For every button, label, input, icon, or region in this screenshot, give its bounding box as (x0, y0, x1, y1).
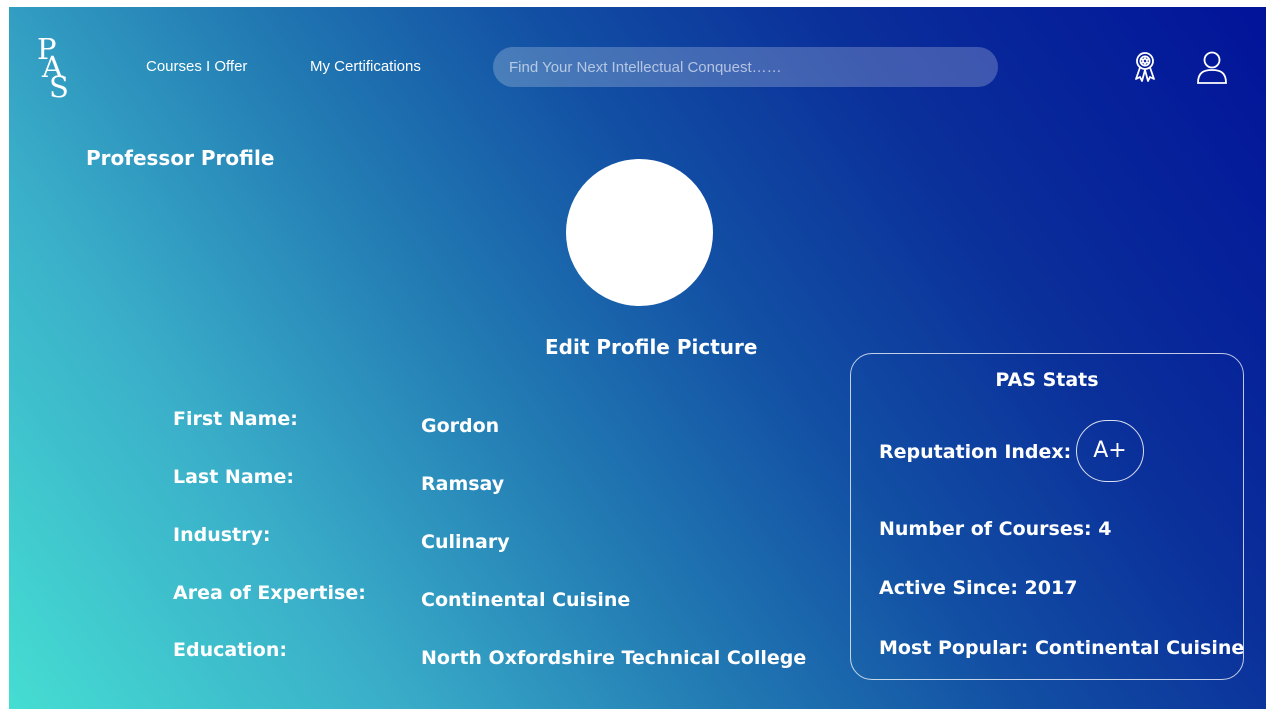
industry-value: Culinary (421, 531, 510, 553)
industry-label: Industry: (173, 524, 271, 546)
user-profile-icon[interactable] (1193, 49, 1231, 87)
reputation-index-label: Reputation Index: (879, 441, 1072, 463)
professor-profile-screen: P A S Courses I Offer My Certifications … (9, 7, 1266, 709)
first-name-label: First Name: (173, 408, 298, 430)
nav-my-certifications[interactable]: My Certifications (310, 58, 421, 75)
education-label: Education: (173, 639, 287, 661)
logo-letter-s: S (49, 70, 69, 104)
last-name-value: Ramsay (421, 473, 505, 495)
pas-stats-card: PAS Stats Reputation Index: A+ Number of… (850, 353, 1244, 680)
education-value: North Oxfordshire Technical College (421, 647, 807, 669)
last-name-label: Last Name: (173, 466, 294, 488)
edit-profile-picture-link[interactable]: Edit Profile Picture (545, 335, 757, 359)
number-of-courses: Number of Courses: 4 (879, 518, 1112, 540)
stats-title: PAS Stats (995, 369, 1099, 391)
profile-picture[interactable] (566, 159, 713, 306)
page-title: Professor Profile (86, 146, 275, 170)
area-of-expertise-label: Area of Expertise: (173, 582, 366, 604)
area-of-expertise-value: Continental Cuisine (421, 589, 631, 611)
pas-logo[interactable]: P A S (34, 35, 76, 107)
first-name-value: Gordon (421, 415, 500, 437)
reputation-index-badge: A+ (1076, 420, 1144, 482)
active-since: Active Since: 2017 (879, 577, 1078, 599)
most-popular-course: Most Popular: Continental Cuisine (879, 637, 1245, 659)
search-input[interactable] (493, 47, 998, 87)
nav-courses-i-offer[interactable]: Courses I Offer (146, 58, 247, 75)
award-ribbon-icon[interactable] (1126, 49, 1164, 87)
